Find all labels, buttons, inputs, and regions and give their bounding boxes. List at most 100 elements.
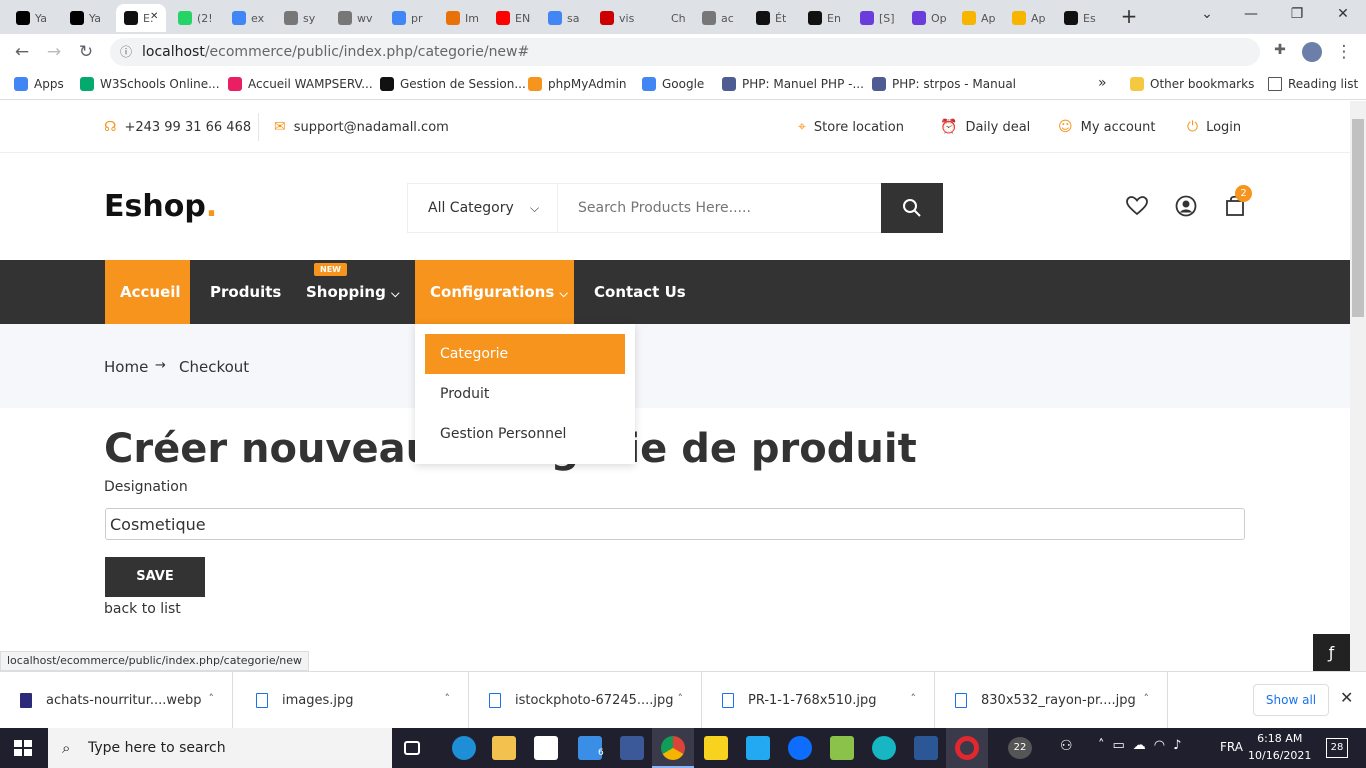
page-scrollbar[interactable] [1350,101,1366,671]
reload-icon[interactable]: ↻ [76,42,96,62]
nav-accueil[interactable]: Accueil [105,260,190,324]
nav-contact-us[interactable]: Contact Us [579,260,701,324]
system-clock[interactable]: 6:18 AM 10/16/2021 [1248,730,1311,764]
address-bar[interactable]: ⓘ localhost/ecommerce/public/index.php/c… [110,38,1260,66]
login-link[interactable]: ⏻ Login [1187,119,1241,135]
chevron-up-icon[interactable]: ˄ [445,692,451,705]
vscode-icon[interactable] [746,736,770,760]
menu-icon[interactable]: ⋮ [1334,42,1354,62]
people-icon[interactable]: ⚇ [1060,738,1073,754]
dropdown-item-categorie[interactable]: Categorie [425,334,625,374]
chevron-up-icon[interactable]: ˄ [209,692,215,705]
language-indicator[interactable]: FRA [1220,740,1243,754]
minimize-button[interactable]: — [1236,6,1266,22]
browser-tab[interactable]: EN [488,4,536,32]
browser-tab[interactable]: En [800,4,848,32]
browser-tab[interactable]: Ya [8,4,56,32]
app-cloud-icon[interactable] [872,736,896,760]
bookmark-item[interactable]: PHP: Manuel PHP -... [722,77,864,91]
bookmark-item[interactable]: Accueil WAMPSERV... [228,77,373,91]
notification-badge[interactable]: 28 [1326,738,1348,758]
chevron-up-icon[interactable]: ˄ [678,692,684,705]
browser-tab[interactable]: Ap [1004,4,1052,32]
daily-deal-link[interactable]: ⏰ Daily deal [940,119,1030,135]
download-item[interactable]: 830x532_rayon-pr....jpg ˄ [935,672,1168,729]
maximize-button[interactable]: ❐ [1282,6,1312,22]
category-select[interactable]: All Category ⌵ [408,184,558,232]
chrome-taskbar-item[interactable] [652,728,694,768]
search-input[interactable] [558,184,882,232]
back-to-list-link[interactable]: back to list [104,601,181,617]
file-explorer-icon[interactable] [492,736,516,760]
forward-icon[interactable]: → [44,42,64,62]
other-bookmarks[interactable]: Other bookmarks [1130,77,1254,91]
wishlist-button[interactable] [1124,193,1150,219]
system-tray-icons[interactable]: ˄▭☁◠♪ [1098,738,1189,753]
app-icon[interactable] [788,736,812,760]
browser-tab[interactable]: sa [540,4,588,32]
my-account-link[interactable]: ☺ My account [1058,119,1155,135]
bookmark-item[interactable]: phpMyAdmin [528,77,627,91]
reading-list[interactable]: Reading list [1268,77,1358,91]
dropdown-item-gestion-personnel[interactable]: Gestion Personnel [425,414,625,454]
browser-tab[interactable]: Ap [954,4,1002,32]
chevron-up-icon[interactable]: ˄ [911,692,917,705]
weather-badge[interactable]: 22 [1008,737,1032,759]
taskbar-search-box[interactable]: ⌕ Type here to search [48,728,392,768]
breadcrumb-home[interactable]: Home [104,358,148,376]
browser-tab[interactable]: vis [592,4,640,32]
scrollbar-thumb[interactable] [1352,119,1364,317]
designation-input[interactable] [105,508,1245,540]
windows-start-icon[interactable] [14,740,32,756]
download-item[interactable]: achats-nourritur....webp ˄ [0,672,233,729]
show-all-downloads-button[interactable]: Show all [1253,684,1329,716]
sticky-notes-icon[interactable] [704,736,728,760]
chevron-up-icon[interactable]: ˄ [1144,692,1150,705]
save-button[interactable]: SAVE [105,557,205,597]
facebook-icon[interactable] [620,736,644,760]
bookmark-item[interactable]: Apps [14,77,64,91]
bookmark-item[interactable]: PHP: strpos - Manual [872,77,1016,91]
browser-tab[interactable]: (2! [170,4,218,32]
browser-tab[interactable]: Ya [62,4,110,32]
nav-configurations[interactable]: Configurations ⌵ [415,260,574,324]
browser-tab[interactable]: [S] [852,4,900,32]
bookmark-item[interactable]: Google [642,77,704,91]
close-icon[interactable]: ✕ [1340,688,1353,707]
word-icon[interactable] [914,736,938,760]
account-button[interactable] [1173,193,1199,219]
browser-tab[interactable]: wv [330,4,378,32]
task-view-icon[interactable] [404,741,420,755]
edge-icon[interactable] [452,736,476,760]
browser-tab[interactable]: ac [694,4,742,32]
new-tab-button[interactable]: + [1114,4,1144,28]
profile-avatar[interactable] [1302,42,1322,62]
tab-search-icon[interactable]: ⌄ [1192,6,1222,22]
nav-shopping[interactable]: Shopping ⌵ [291,260,414,324]
browser-tab[interactable]: ex [224,4,272,32]
extensions-icon[interactable]: ✚ [1270,42,1290,58]
browser-tab[interactable]: pr [384,4,432,32]
nav-produits[interactable]: Produits [195,260,296,324]
back-icon[interactable]: ← [12,42,32,62]
info-icon[interactable]: ⓘ [120,38,132,66]
browser-tab[interactable]: E. ✕ [116,4,166,32]
search-button[interactable] [881,183,943,233]
symfony-toolbar-icon[interactable]: ƒ [1313,634,1350,671]
browser-tab[interactable]: sy [276,4,324,32]
download-item[interactable]: istockphoto-67245....jpg ˄ [469,672,702,729]
download-item[interactable]: images.jpg ˄ [236,672,469,729]
store-icon[interactable] [534,736,558,760]
close-window-button[interactable]: ✕ [1328,6,1358,22]
notepad-plus-icon[interactable] [830,736,854,760]
store-location-link[interactable]: ⌖ Store location [798,119,904,135]
bookmark-overflow-icon[interactable]: » [1098,75,1107,91]
browser-tab[interactable]: Op [904,4,952,32]
dropdown-item-produit[interactable]: Produit [425,374,625,414]
browser-tab[interactable]: Ch [644,4,692,32]
browser-tab[interactable]: Es [1056,4,1104,32]
bookmark-item[interactable]: W3Schools Online... [80,77,220,91]
browser-tab[interactable]: Im [438,4,486,32]
close-tab-icon[interactable]: ✕ [150,11,158,22]
browser-tab[interactable]: Ét [748,4,796,32]
